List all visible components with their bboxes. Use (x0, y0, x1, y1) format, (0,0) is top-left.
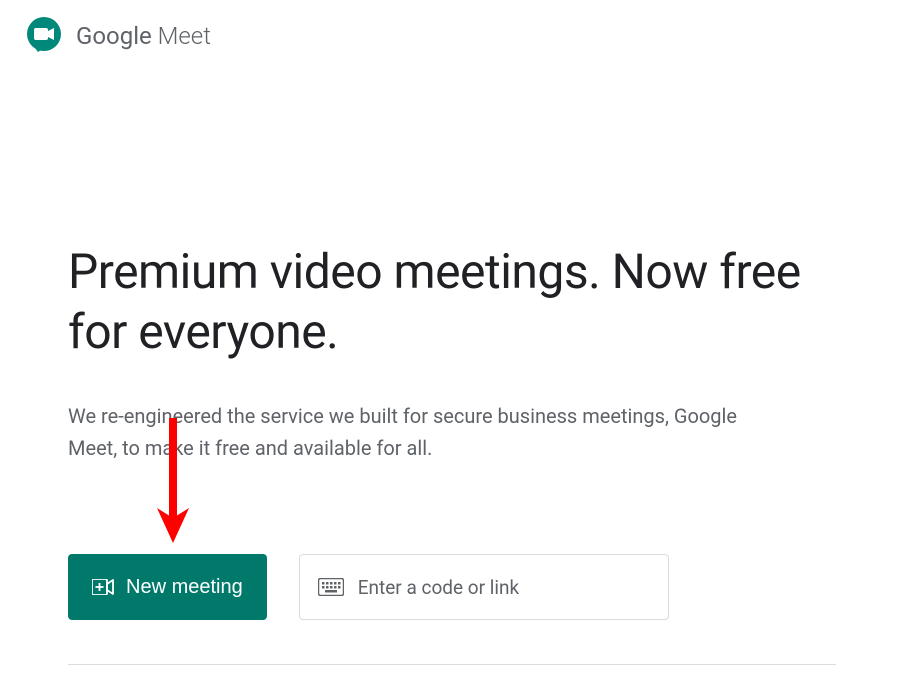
video-plus-icon (92, 579, 114, 595)
meet-logo-icon (24, 16, 64, 56)
action-row: New meeting (68, 554, 836, 620)
logo-text: Google Meet (76, 22, 211, 50)
code-input-wrapper[interactable] (299, 554, 669, 620)
divider (68, 664, 836, 665)
page-headline: Premium video meetings. Now free for eve… (68, 242, 836, 362)
main-content: Premium video meetings. Now free for eve… (0, 72, 904, 620)
page-subtext: We re-engineered the service we built fo… (68, 400, 768, 464)
keyboard-icon (318, 578, 344, 596)
logo-text-meet: Meet (152, 22, 211, 50)
header: Google Meet (0, 0, 904, 72)
code-input[interactable] (358, 576, 650, 599)
logo-text-google: Google (76, 22, 152, 50)
new-meeting-button[interactable]: New meeting (68, 554, 267, 620)
new-meeting-label: New meeting (126, 576, 243, 599)
